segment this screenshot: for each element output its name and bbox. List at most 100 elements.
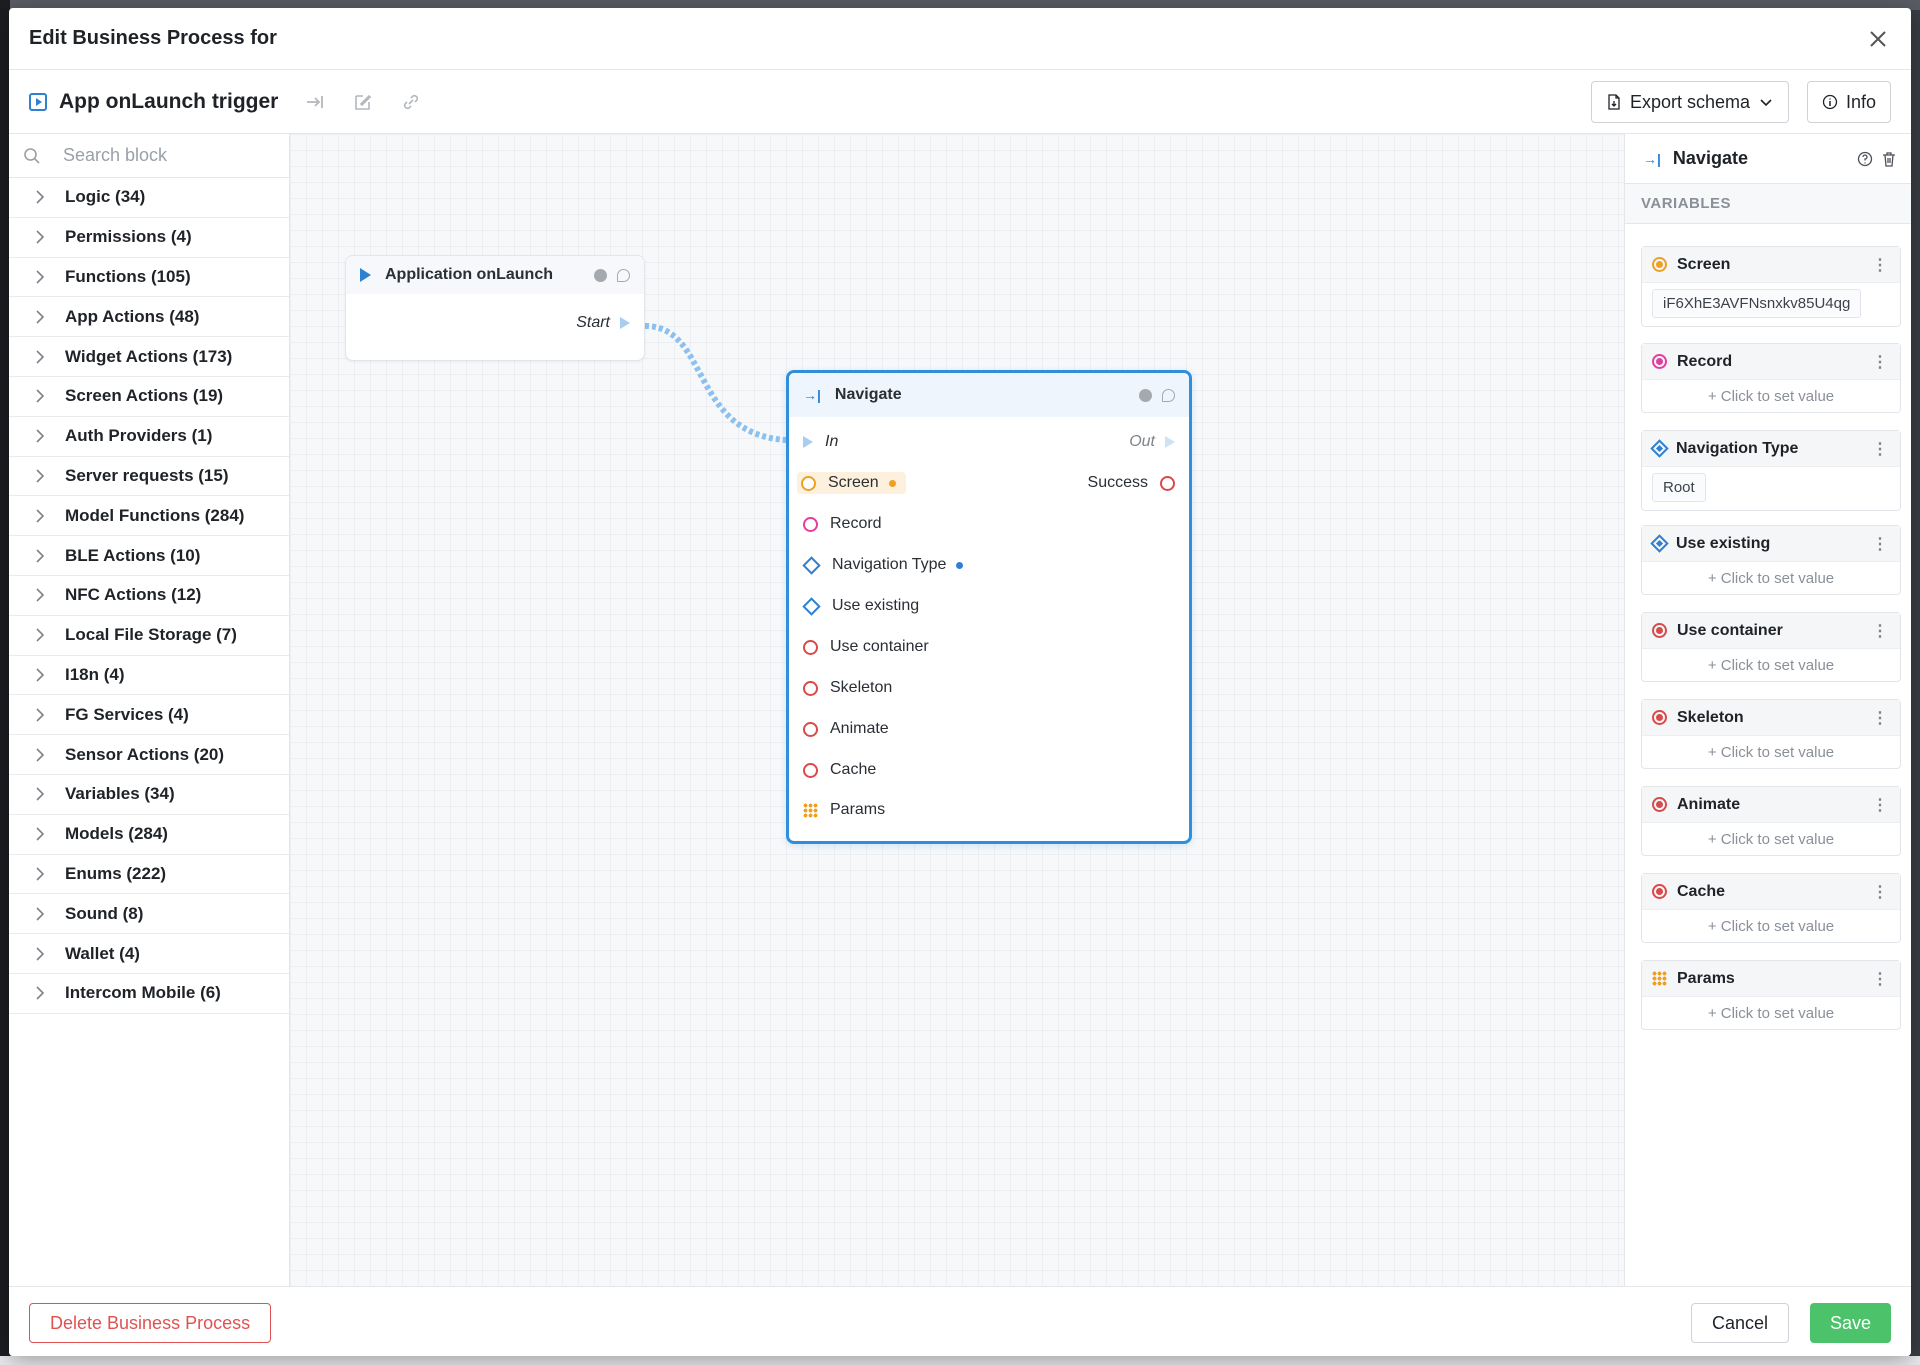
- comment-icon[interactable]: [1162, 388, 1175, 402]
- input-use-container[interactable]: Use container: [803, 632, 929, 662]
- sidebar-category[interactable]: NFC Actions (12): [9, 576, 289, 616]
- info-button[interactable]: Info: [1806, 81, 1891, 123]
- sidebar-category[interactable]: Variables (34): [9, 775, 289, 815]
- close-icon[interactable]: [1865, 26, 1891, 52]
- kebab-menu-icon[interactable]: ⋮: [1872, 439, 1888, 459]
- navigate-icon: →|: [1643, 150, 1661, 167]
- set-value-button[interactable]: + Click to set value: [1642, 823, 1900, 855]
- search-block-input[interactable]: [63, 145, 263, 166]
- navigate-icon: →|: [803, 387, 821, 403]
- sidebar-category-label: Intercom Mobile (6): [65, 983, 221, 1003]
- comment-icon[interactable]: [617, 268, 630, 282]
- sidebar-category[interactable]: App Actions (48): [9, 297, 289, 338]
- input-animate[interactable]: Animate: [803, 714, 889, 744]
- set-value-button[interactable]: + Click to set value: [1642, 380, 1900, 412]
- sidebar-category[interactable]: Enums (222): [9, 855, 289, 895]
- variable-value[interactable]: iF6XhE3AVFNsnxkv85U4qg: [1652, 289, 1862, 318]
- chevron-right-icon: [35, 509, 49, 523]
- sidebar-category[interactable]: Sensor Actions (20): [9, 735, 289, 775]
- out-port[interactable]: Out: [1129, 427, 1175, 457]
- input-navigation-type[interactable]: Navigation Type: [802, 550, 964, 580]
- set-value-button[interactable]: + Click to set value: [1642, 736, 1900, 768]
- set-value-button[interactable]: + Click to set value: [1642, 562, 1900, 594]
- input-cache[interactable]: Cache: [803, 755, 876, 785]
- delete-business-process-button[interactable]: Delete Business Process: [29, 1303, 272, 1343]
- kebab-menu-icon[interactable]: ⋮: [1872, 882, 1888, 902]
- navigate-node[interactable]: →| Navigate In Out Screen Success Record…: [786, 370, 1192, 844]
- record-port-icon: [803, 516, 818, 532]
- kebab-menu-icon[interactable]: ⋮: [1872, 534, 1888, 554]
- sidebar-category[interactable]: Wallet (4): [9, 934, 289, 974]
- set-value-button[interactable]: + Click to set value: [1642, 910, 1900, 942]
- kebab-menu-icon[interactable]: ⋮: [1872, 708, 1888, 728]
- out-label: Out: [1129, 433, 1155, 450]
- input-arrow-icon: [803, 436, 813, 448]
- sidebar-category[interactable]: Models (284): [9, 815, 289, 855]
- input-label: Use container: [830, 638, 929, 655]
- sidebar-category-label: Server requests (15): [65, 465, 229, 485]
- input-use-existing[interactable]: Use existing: [802, 591, 919, 621]
- record-type-icon: [1652, 354, 1667, 369]
- input-record[interactable]: Record: [803, 509, 882, 539]
- sidebar-category[interactable]: I18n (4): [9, 656, 289, 696]
- input-label: Record: [830, 515, 882, 532]
- trash-icon[interactable]: [1881, 151, 1897, 167]
- edit-icon[interactable]: [352, 91, 374, 113]
- cancel-button[interactable]: Cancel: [1690, 1303, 1789, 1343]
- chevron-right-icon: [35, 270, 49, 284]
- sidebar-category[interactable]: Permissions (4): [9, 218, 289, 258]
- sidebar-category[interactable]: BLE Actions (10): [9, 536, 289, 576]
- panel-header: →| Navigate: [1625, 134, 1911, 184]
- input-params[interactable]: Params: [803, 795, 885, 825]
- variable-card-use-container: Use container ⋮ + Click to set value: [1641, 612, 1901, 682]
- kebab-menu-icon[interactable]: ⋮: [1872, 795, 1888, 815]
- in-port[interactable]: In: [803, 427, 838, 457]
- chevron-right-icon: [35, 548, 49, 563]
- chevron-right-icon: [35, 469, 49, 483]
- kebab-menu-icon[interactable]: ⋮: [1872, 255, 1888, 275]
- chevron-right-icon: [35, 310, 49, 324]
- node-title: Application onLaunch: [385, 266, 553, 283]
- set-value-button[interactable]: + Click to set value: [1642, 997, 1900, 1029]
- set-value-button[interactable]: + Click to set value: [1642, 649, 1900, 681]
- sidebar-category[interactable]: Sound (8): [9, 894, 289, 935]
- input-screen[interactable]: Screen: [797, 468, 906, 498]
- enum-type-icon: [1650, 534, 1669, 553]
- kebab-menu-icon[interactable]: ⋮: [1872, 352, 1888, 372]
- flow-canvas[interactable]: Application onLaunch Start →| Navigate I…: [290, 134, 1624, 1286]
- success-port[interactable]: Success: [1088, 468, 1175, 498]
- sidebar-category[interactable]: Logic (34): [9, 178, 289, 218]
- kebab-menu-icon[interactable]: ⋮: [1872, 621, 1888, 641]
- sidebar-category-label: FG Services (4): [65, 704, 189, 724]
- application-onlaunch-node[interactable]: Application onLaunch Start: [345, 255, 645, 361]
- chevron-right-icon: [35, 708, 49, 722]
- sidebar-category[interactable]: Auth Providers (1): [9, 417, 289, 457]
- boolean-type-icon: [1652, 797, 1667, 812]
- sidebar-category[interactable]: Model Functions (284): [9, 496, 289, 537]
- arrow-to-end-icon[interactable]: [304, 91, 326, 113]
- help-circle-icon[interactable]: [1857, 151, 1873, 167]
- sidebar-category[interactable]: Local File Storage (7): [9, 616, 289, 656]
- help-icon[interactable]: [594, 268, 607, 282]
- variable-value[interactable]: Root: [1652, 473, 1706, 502]
- input-skeleton[interactable]: Skeleton: [803, 673, 892, 703]
- export-schema-button[interactable]: Export schema: [1590, 81, 1789, 123]
- kebab-menu-icon[interactable]: ⋮: [1872, 969, 1888, 989]
- chevron-right-icon: [35, 588, 49, 602]
- sidebar-category[interactable]: Widget Actions (173): [9, 337, 289, 377]
- info-icon: [1822, 94, 1838, 110]
- sidebar-category-label: Widget Actions (173): [65, 346, 233, 366]
- value-set-indicator: [956, 561, 964, 569]
- sidebar-category[interactable]: Functions (105): [9, 258, 289, 298]
- help-icon[interactable]: [1139, 388, 1152, 402]
- save-button[interactable]: Save: [1809, 1303, 1891, 1343]
- sidebar-category[interactable]: Screen Actions (19): [9, 377, 289, 417]
- export-schema-label: Export schema: [1629, 91, 1750, 112]
- sidebar-category[interactable]: Server requests (15): [9, 457, 289, 497]
- sidebar-category[interactable]: Intercom Mobile (6): [9, 974, 289, 1014]
- link-icon[interactable]: [400, 91, 422, 113]
- enum-port-icon: [802, 596, 821, 616]
- chevron-right-icon: [35, 747, 49, 762]
- start-port[interactable]: Start: [576, 314, 630, 332]
- sidebar-category[interactable]: FG Services (4): [9, 695, 289, 736]
